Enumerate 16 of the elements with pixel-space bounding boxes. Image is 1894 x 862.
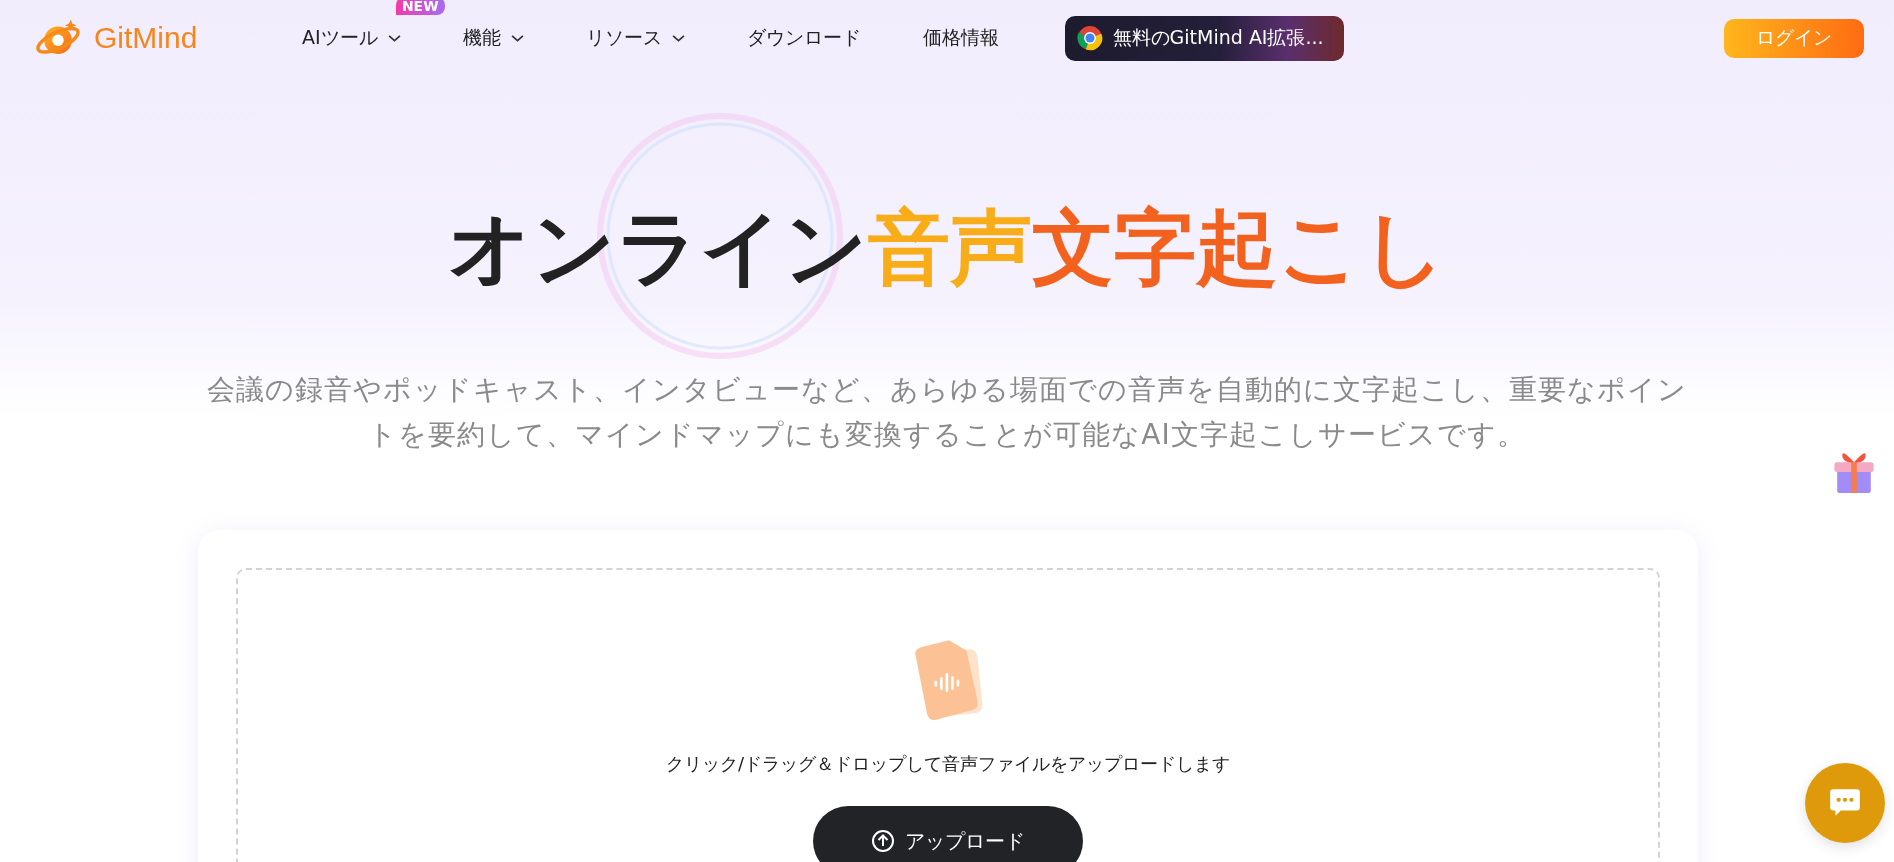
nav-link[interactable]: 機能 (462, 25, 501, 51)
new-badge: NEW (395, 0, 445, 15)
browser-icon (1076, 25, 1103, 51)
title-text: オンライン (448, 200, 868, 295)
drop-zone[interactable]: クリック/ドラッグ＆ドロップして音声ファイルをアップロードします アップロード (236, 568, 1660, 862)
upload-hint: クリック/ドラッグ＆ドロップして音声ファイルをアップロードします (665, 752, 1231, 776)
upload-button[interactable]: アップロード (813, 806, 1083, 862)
nav-link[interactable]: AIツール (302, 25, 378, 51)
extension-button[interactable]: 無料のGitMind AI拡張... (1064, 15, 1344, 61)
title-text: 文字起こし (1032, 200, 1446, 295)
nav-link[interactable]: ダウンロード (746, 25, 861, 51)
nav-link[interactable]: 価格情報 (922, 25, 999, 51)
nav-link[interactable]: リソース (585, 25, 662, 51)
subtitle: 会議の録音やポッドキャスト、インタビューなど、あらゆる場面での音声を自動的に文字起こし、重要なポイントを要約して、マインドマップにも変換することが可能なAI文字起こしサービスです。 (206, 372, 1688, 453)
chat-bubble-icon (1828, 787, 1862, 819)
title-text: 音声 (868, 200, 1032, 295)
